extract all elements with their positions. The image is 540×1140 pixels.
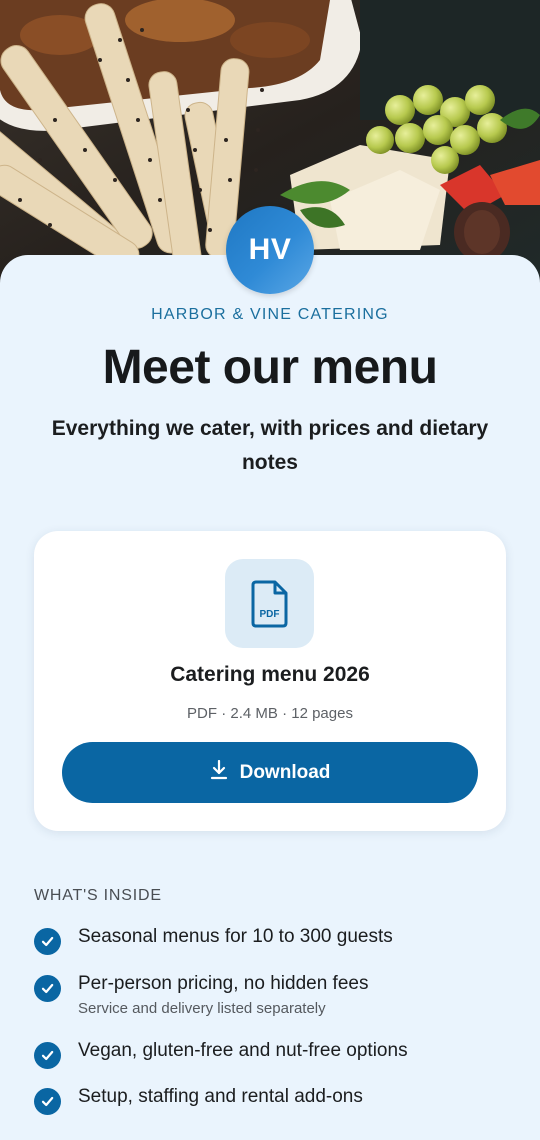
- download-button[interactable]: Download: [62, 742, 478, 803]
- check-icon: [34, 1088, 61, 1115]
- check-icon: [34, 975, 61, 1002]
- section-label: WHAT'S INSIDE: [34, 887, 162, 904]
- pdf-icon-label: PDF: [259, 609, 279, 620]
- file-meta: PDF · 2.4 MB · 12 pages: [187, 705, 353, 722]
- download-card: PDF Catering menu 2026 PDF · 2.4 MB · 12…: [34, 531, 506, 831]
- file-name: Catering menu 2026: [170, 663, 370, 686]
- check-icon: [34, 928, 61, 955]
- page-title: Meet our menu: [102, 341, 438, 394]
- brand-name: HARBOR & VINE CATERING: [151, 306, 389, 323]
- feature-note: Service and delivery listed separately: [78, 1000, 326, 1017]
- pdf-file-icon: PDF: [225, 559, 314, 648]
- brand-logo: HV: [226, 206, 314, 294]
- check-icon: [34, 1042, 61, 1069]
- feature-text: Vegan, gluten-free and nut-free options: [78, 1040, 408, 1061]
- feature-text: Per-person pricing, no hidden fees: [78, 973, 369, 994]
- feature-text: Seasonal menus for 10 to 300 guests: [78, 926, 393, 947]
- feature-text: Setup, staffing and rental add-ons: [78, 1086, 363, 1107]
- page-subtitle: Everything we cater, with prices and die…: [51, 417, 489, 474]
- download-icon: [210, 759, 228, 786]
- download-button-label: Download: [239, 761, 331, 783]
